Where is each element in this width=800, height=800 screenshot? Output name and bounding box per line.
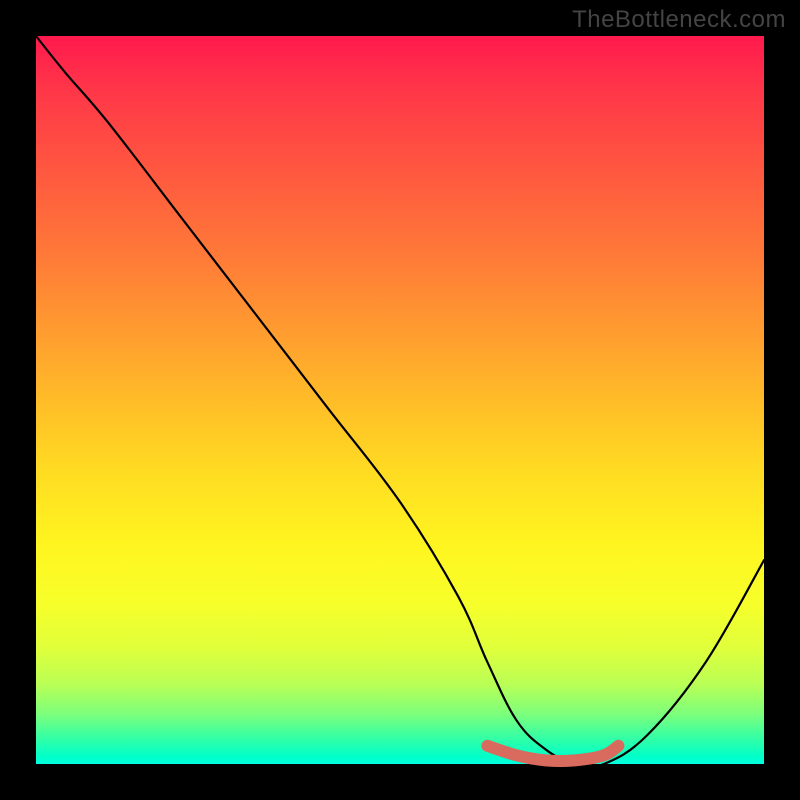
plot-area <box>36 36 764 764</box>
chart-frame: TheBottleneck.com <box>0 0 800 800</box>
curve-layer <box>36 36 764 764</box>
bottleneck-curve-path <box>36 36 764 767</box>
watermark-text: TheBottleneck.com <box>572 6 786 34</box>
